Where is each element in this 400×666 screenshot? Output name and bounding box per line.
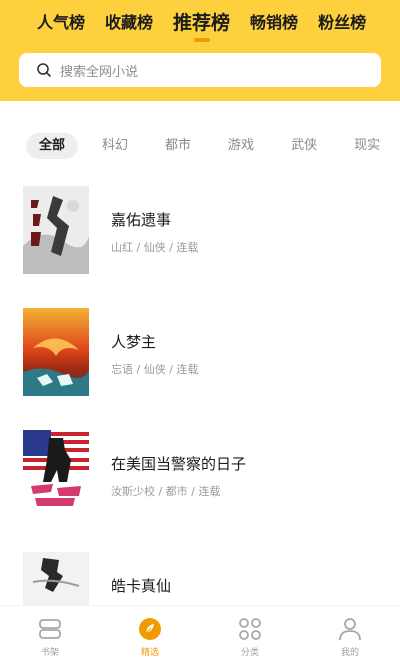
category-chip-reality[interactable]: 现实: [341, 133, 393, 159]
tab-featured[interactable]: 精选: [100, 606, 200, 666]
tab-label: 分类: [240, 648, 259, 658]
category-chips: 全部 科幻 都市 游戏 武侠 现实: [26, 133, 400, 159]
book-meta: 忘语 / 仙侠 / 连载: [111, 363, 199, 376]
book-item[interactable]: 在美国当警察的日子 汝斯少校 / 都市 / 连载: [0, 430, 400, 525]
tab-profile[interactable]: 我的: [300, 606, 400, 666]
app-page: 人气榜 收藏榜 推荐榜 畅销榜 粉丝榜 搜索全网小说 全部 科幻 都市 游戏 武…: [0, 0, 400, 666]
book-meta: 汝斯少校 / 都市 / 连载: [111, 485, 221, 498]
search-input[interactable]: 搜索全网小说: [19, 53, 381, 87]
tab-label: 精选: [140, 648, 159, 658]
tab-categories[interactable]: 分类: [200, 606, 300, 666]
book-cover-us-flag-icon[interactable]: [23, 430, 89, 518]
tab-label: 书架: [40, 648, 59, 658]
rank-tab-popular[interactable]: 人气榜: [37, 12, 85, 34]
tab-bookshelf[interactable]: 书架: [0, 606, 100, 666]
header: 人气榜 收藏榜 推荐榜 畅销榜 粉丝榜 搜索全网小说: [0, 0, 400, 101]
book-item[interactable]: 人梦主 忘语 / 仙侠 / 连载: [0, 308, 400, 403]
category-chip-urban[interactable]: 都市: [152, 133, 204, 159]
book-title: 人梦主: [111, 333, 157, 351]
search-placeholder: 搜索全网小说: [60, 64, 139, 80]
book-cover-red-sky-icon[interactable]: [23, 308, 89, 396]
category-chip-game[interactable]: 游戏: [215, 133, 267, 159]
search-icon: [37, 63, 51, 77]
tab-label: 我的: [340, 648, 359, 658]
rank-tab-fans[interactable]: 粉丝榜: [318, 12, 366, 34]
book-title: 在美国当警察的日子: [111, 455, 247, 473]
bottom-nav: 书架 精选 分类 我的: [0, 605, 400, 666]
compass-leaf-icon: [139, 618, 161, 640]
rank-tab-bestselling[interactable]: 畅销榜: [250, 12, 298, 34]
categories-grid-icon: [239, 618, 261, 640]
rank-tab-favorites[interactable]: 收藏榜: [105, 12, 153, 34]
category-chip-wuxia[interactable]: 武侠: [278, 133, 330, 159]
bookshelf-icon: [39, 619, 61, 639]
rank-tab-recommended[interactable]: 推荐榜: [173, 12, 230, 42]
category-chip-scifi[interactable]: 科幻: [89, 133, 141, 159]
book-meta: 山红 / 仙侠 / 连载: [111, 241, 199, 254]
book-title: 嘉佑遗事: [111, 211, 172, 229]
book-cover-ink-painting-icon[interactable]: [23, 186, 89, 274]
book-title: 皓卡真仙: [111, 577, 172, 595]
category-chip-all[interactable]: 全部: [26, 133, 79, 159]
rank-tabs: 人气榜 收藏榜 推荐榜 畅销榜 粉丝榜: [0, 0, 400, 46]
book-item[interactable]: 嘉佑遗事 山红 / 仙侠 / 连载: [0, 186, 400, 281]
user-icon: [339, 618, 361, 641]
